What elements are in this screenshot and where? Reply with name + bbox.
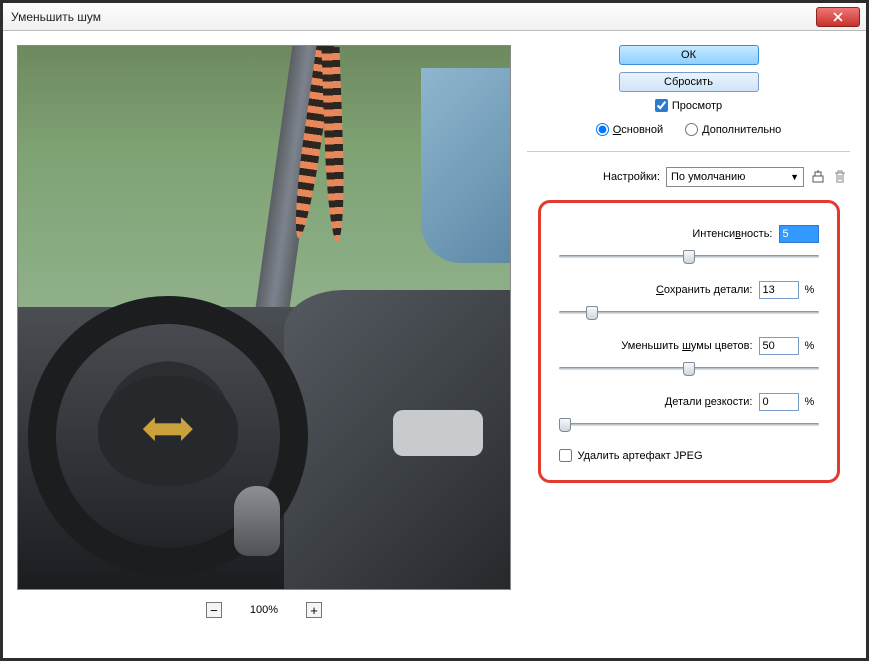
preview-image[interactable] <box>17 45 511 590</box>
sharpen-input[interactable] <box>759 393 799 411</box>
preserve-input[interactable] <box>759 281 799 299</box>
jpeg-artifact-toggle[interactable]: Удалить артефакт JPEG <box>559 449 819 462</box>
zoom-level: 100% <box>250 604 278 616</box>
mode-basic-radio[interactable] <box>596 123 609 136</box>
strength-input[interactable] <box>779 225 819 243</box>
preset-value: По умолчанию <box>671 171 745 183</box>
mode-radios: Основной Дополнительно <box>596 123 782 136</box>
preview-label: Просмотр <box>672 100 722 112</box>
mode-basic[interactable]: Основной <box>596 123 663 136</box>
dialog-body: − 100% + ОК Сбросить Просмотр Основной Д… <box>3 31 866 658</box>
color-label: Уменьшить шумы цветов: <box>621 340 752 352</box>
pct-symbol: % <box>805 396 819 408</box>
jpeg-artifact-label: Удалить артефакт JPEG <box>578 450 703 462</box>
color-slider[interactable] <box>559 361 819 375</box>
slider-track <box>559 423 819 426</box>
strength-label: Интенсивность: <box>692 228 772 240</box>
slider-thumb[interactable] <box>683 250 695 264</box>
brand-logo <box>153 423 183 435</box>
mode-basic-label: Основной <box>613 124 663 136</box>
gear-shifter <box>234 486 280 556</box>
preset-combo[interactable]: По умолчанию ▼ <box>666 167 804 187</box>
settings-row: Настройки: По умолчанию ▼ <box>527 167 850 187</box>
titlebar: Уменьшить шум <box>3 3 866 31</box>
mode-advanced-label: Дополнительно <box>702 124 781 136</box>
window-title: Уменьшить шум <box>11 10 101 24</box>
slider-thumb[interactable] <box>586 306 598 320</box>
param-strength: Интенсивность: <box>559 225 819 263</box>
zoom-controls: − 100% + <box>206 602 322 618</box>
controls-column: ОК Сбросить Просмотр Основной Дополнител… <box>527 45 850 644</box>
sharpen-slider[interactable] <box>559 417 819 431</box>
close-button[interactable] <box>816 7 860 27</box>
param-preserve: Сохранить детали: % <box>559 281 819 319</box>
preserve-label: Сохранить детали: <box>656 284 753 296</box>
param-sharpen: Детали резкости: % <box>559 393 819 431</box>
strength-slider[interactable] <box>559 249 819 263</box>
preview-toggle[interactable]: Просмотр <box>655 99 722 112</box>
close-icon <box>833 12 843 22</box>
car-exterior <box>421 68 510 263</box>
sharpen-label: Детали резкости: <box>665 396 753 408</box>
steering-hub <box>98 375 238 485</box>
color-input[interactable] <box>759 337 799 355</box>
preview-column: − 100% + <box>17 45 511 644</box>
dialog-window: Уменьшить шум <box>0 0 869 661</box>
zoom-in-button[interactable]: + <box>306 602 322 618</box>
reset-button[interactable]: Сбросить <box>619 72 759 92</box>
pct-symbol: % <box>805 340 819 352</box>
chevron-down-icon: ▼ <box>790 172 799 182</box>
params-panel: Интенсивность: Сохранить детали: % <box>538 200 840 483</box>
pct-symbol: % <box>805 284 819 296</box>
door-handle <box>393 410 483 456</box>
mode-advanced-radio[interactable] <box>685 123 698 136</box>
zoom-out-button[interactable]: − <box>206 602 222 618</box>
divider <box>527 151 850 152</box>
mode-advanced[interactable]: Дополнительно <box>685 123 781 136</box>
preserve-slider[interactable] <box>559 305 819 319</box>
jpeg-artifact-checkbox[interactable] <box>559 449 572 462</box>
slider-thumb[interactable] <box>559 418 571 432</box>
save-preset-icon[interactable] <box>810 169 826 185</box>
preview-checkbox[interactable] <box>655 99 668 112</box>
door-panel <box>284 290 510 589</box>
delete-preset-icon[interactable] <box>832 169 848 185</box>
ok-button[interactable]: ОК <box>619 45 759 65</box>
settings-label: Настройки: <box>603 171 660 183</box>
param-color: Уменьшить шумы цветов: % <box>559 337 819 375</box>
slider-thumb[interactable] <box>683 362 695 376</box>
